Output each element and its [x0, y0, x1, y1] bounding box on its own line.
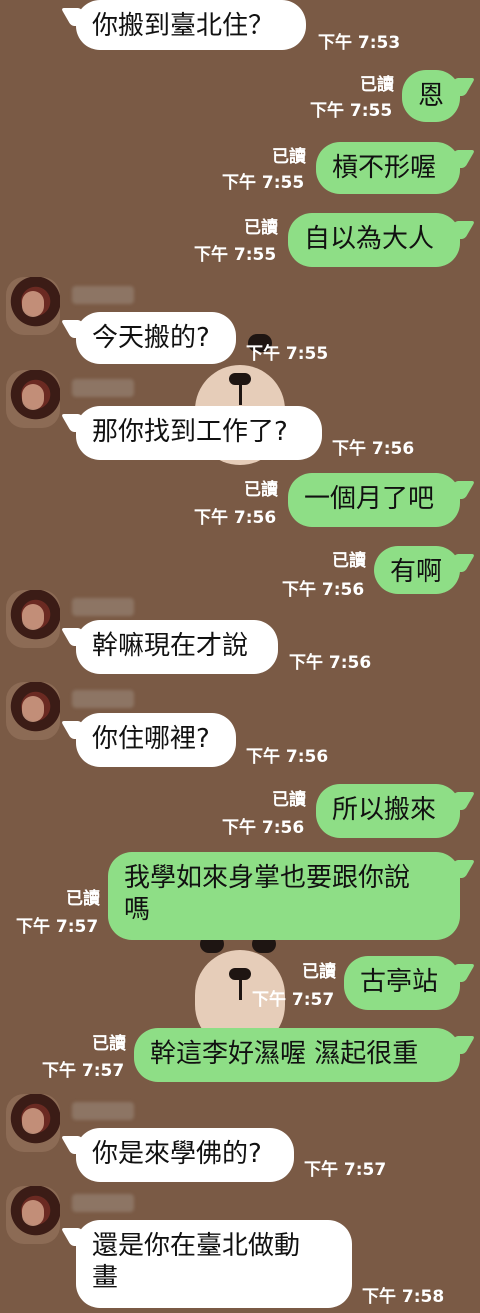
- read-receipt: 已讀: [244, 480, 278, 500]
- message-bubble-in[interactable]: 你住哪裡?: [76, 713, 236, 767]
- contact-name-blurred: [72, 690, 134, 708]
- contact-avatar[interactable]: [6, 370, 60, 428]
- message-time: 下午 7:58: [362, 1287, 445, 1307]
- contact-avatar[interactable]: [6, 277, 60, 335]
- message-bubble-in[interactable]: 你搬到臺北住？: [76, 0, 306, 50]
- contact-avatar[interactable]: [6, 1186, 60, 1244]
- message-bubble-in[interactable]: 還是你在臺北做動 畫: [76, 1220, 352, 1308]
- read-receipt: 已讀: [332, 551, 366, 571]
- message-bubble-in[interactable]: 今天搬的?: [76, 312, 236, 364]
- message-bubble-out[interactable]: 古亭站: [344, 956, 460, 1010]
- message-time: 下午 7:56: [246, 747, 329, 767]
- message-time: 下午 7:55: [222, 173, 305, 193]
- message-bubble-out[interactable]: 槓不形喔: [316, 142, 460, 194]
- read-receipt: 已讀: [302, 962, 336, 982]
- message-bubble-out[interactable]: 有啊: [374, 546, 460, 594]
- read-receipt: 已讀: [244, 218, 278, 238]
- message-bubble-out[interactable]: 一個月了吧: [288, 473, 460, 527]
- message-time: 下午 7:56: [222, 818, 305, 838]
- contact-name-blurred: [72, 379, 134, 397]
- message-time: 下午 7:56: [194, 508, 277, 528]
- message-bubble-in[interactable]: 那你找到工作了?: [76, 406, 322, 460]
- contact-name-blurred: [72, 1194, 134, 1212]
- message-time: 下午 7:56: [289, 653, 372, 673]
- chat-area: 你搬到臺北住？ 下午 7:53 已讀 下午 7:55 恩 已讀 下午 7:55 …: [0, 0, 480, 1313]
- message-time: 下午 7:55: [310, 101, 393, 121]
- bear-mouth: [239, 383, 242, 405]
- read-receipt: 已讀: [92, 1034, 126, 1054]
- message-bubble-out[interactable]: 自以為大人: [288, 213, 460, 267]
- contact-avatar[interactable]: [6, 590, 60, 648]
- message-bubble-out[interactable]: 所以搬來: [316, 784, 460, 838]
- contact-name-blurred: [72, 1102, 134, 1120]
- message-time: 下午 7:56: [282, 580, 365, 600]
- message-time: 下午 7:55: [194, 245, 277, 265]
- message-bubble-out[interactable]: 幹這李好濕喔 濕起很重: [134, 1028, 460, 1082]
- contact-name-blurred: [72, 286, 134, 304]
- read-receipt: 已讀: [360, 75, 394, 95]
- bear-mouth-2: [239, 978, 242, 1000]
- contact-name-blurred: [72, 598, 134, 616]
- message-time: 下午 7:57: [304, 1160, 387, 1180]
- contact-avatar[interactable]: [6, 1094, 60, 1152]
- message-time: 下午 7:56: [332, 439, 415, 459]
- message-bubble-in[interactable]: 幹嘛現在才說: [76, 620, 278, 674]
- read-receipt: 已讀: [66, 889, 100, 909]
- message-bubble-out[interactable]: 恩: [402, 70, 460, 122]
- message-time: 下午 7:53: [318, 33, 401, 53]
- message-bubble-in[interactable]: 你是來學佛的?: [76, 1128, 294, 1182]
- read-receipt: 已讀: [272, 790, 306, 810]
- message-time: 下午 7:55: [246, 344, 329, 364]
- message-bubble-out[interactable]: 我學如來身掌也要跟你說 嗎: [108, 852, 460, 940]
- read-receipt: 已讀: [272, 147, 306, 167]
- message-time: 下午 7:57: [42, 1061, 125, 1081]
- message-time: 下午 7:57: [16, 917, 99, 937]
- message-time: 下午 7:57: [252, 990, 335, 1010]
- contact-avatar[interactable]: [6, 682, 60, 740]
